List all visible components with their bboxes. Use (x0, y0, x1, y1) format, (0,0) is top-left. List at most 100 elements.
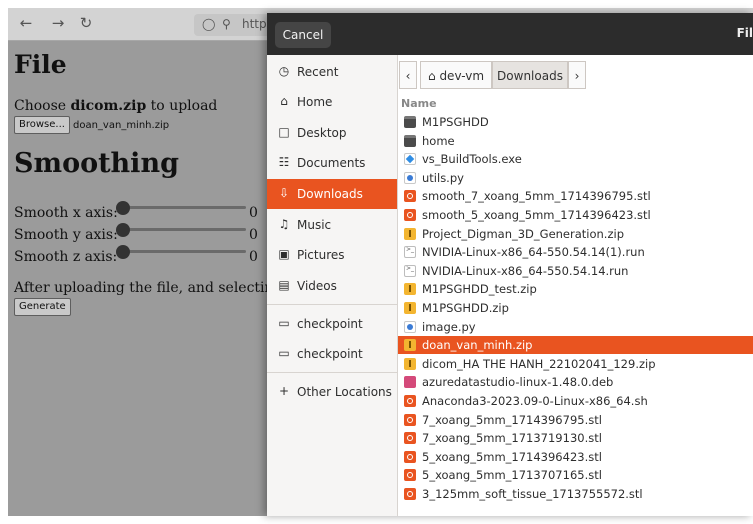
file-name: image.py (422, 319, 476, 334)
sidebar-item-label: Other Locations (297, 385, 392, 399)
smooth-z-label: Smooth z axis: (14, 249, 118, 265)
name-column-header[interactable]: Name (401, 97, 437, 110)
sidebar-item-downloads[interactable]: ⇩ Downloads (267, 179, 397, 209)
sidebar-item-pictures[interactable]: ▣ Pictures (267, 240, 397, 270)
stl-file-icon (404, 488, 416, 500)
smooth-y-slider[interactable] (116, 223, 246, 237)
folder-file-icon (404, 134, 416, 147)
file-row[interactable]: azuredatastudio-linux-1.48.0.deb (398, 373, 753, 391)
file-row[interactable]: 3_125mm_soft_tissue_1713755572.stl (398, 485, 753, 503)
file-name: vs_BuildTools.exe (422, 152, 522, 167)
slider-handle[interactable] (116, 201, 130, 215)
file-row[interactable]: smooth_5_xoang_5mm_1714396423.stl (398, 206, 753, 224)
file-row[interactable]: dicom_HA THE HANH_22102041_129.zip (398, 355, 753, 373)
file-row[interactable]: utils.py (398, 169, 753, 187)
smooth-x-slider[interactable] (116, 201, 246, 215)
file-row[interactable]: NVIDIA-Linux-x86_64-550.54.14(1).run (398, 243, 753, 261)
smooth-x-value: 0 (249, 205, 258, 221)
path-segment-home[interactable]: ⌂ dev-vm (420, 61, 492, 89)
run-file-icon (404, 264, 416, 277)
file-name: utils.py (422, 170, 464, 185)
file-name: 7_xoang_5mm_1713719130.stl (422, 431, 602, 446)
file-list: M1PSGHDD home vs_BuildTools.exe utils.py smo… (398, 113, 753, 503)
reload-icon[interactable]: ↻ (76, 14, 96, 32)
cancel-button[interactable]: Cancel (275, 22, 331, 48)
stl-file-icon (404, 432, 416, 445)
file-row[interactable]: image.py (398, 318, 753, 336)
browse-button[interactable]: Browse... (14, 116, 70, 134)
smooth-z-slider[interactable] (116, 245, 246, 259)
stl-file-icon (404, 209, 416, 221)
file-row[interactable]: 7_xoang_5mm_1714396795.stl (398, 411, 753, 429)
file-row[interactable]: 5_xoang_5mm_1714396423.stl (398, 448, 753, 466)
folder-icon: ▭ (278, 346, 290, 360)
file-row[interactable]: 7_xoang_5mm_1713719130.stl (398, 429, 753, 447)
generate-button[interactable]: Generate (14, 298, 71, 316)
choose-instruction: Choose dicom.zip to upload (14, 98, 218, 114)
smooth-y-label: Smooth y axis: (14, 227, 118, 243)
file-name: 7_xoang_5mm_1714396795.stl (422, 412, 602, 427)
sidebar-item-label: Home (297, 95, 333, 109)
sidebar-item-desktop[interactable]: □ Desktop (267, 118, 397, 148)
slider-handle[interactable] (116, 223, 130, 237)
file-name: dicom_HA THE HANH_22102041_129.zip (422, 356, 656, 371)
file-row[interactable]: smooth_7_xoang_5mm_1714396795.stl (398, 187, 753, 205)
dialog-title: Fil (736, 26, 753, 40)
dialog-header: Cancel Fil (267, 13, 753, 55)
selected-file-name: doan_van_minh.zip (73, 120, 170, 131)
music-icon: ♫ (278, 217, 290, 231)
sidebar-item-other-locations[interactable]: + Other Locations (267, 377, 397, 407)
sidebar-item-label: Videos (297, 279, 337, 293)
clock-icon: ◷ (278, 64, 290, 78)
file-row[interactable]: M1PSGHDD (398, 113, 753, 131)
file-name: doan_van_minh.zip (422, 338, 533, 353)
sidebar-item-home[interactable]: ⌂ Home (267, 87, 397, 117)
file-row[interactable]: 5_xoang_5mm_1713707165.stl (398, 466, 753, 484)
file-name: 5_xoang_5mm_1713707165.stl (422, 468, 602, 483)
arrow-left-icon[interactable]: ← (16, 14, 36, 32)
zip-file-icon (404, 339, 416, 352)
path-home-label: dev-vm (439, 69, 485, 83)
stl-file-icon (404, 413, 416, 426)
chevron-left-icon[interactable]: ‹ (399, 61, 417, 89)
file-heading: File (14, 50, 67, 79)
file-row[interactable]: M1PSGHDD_test.zip (398, 280, 753, 298)
folder-file-icon (404, 116, 416, 128)
slider-handle[interactable] (116, 245, 130, 259)
web-page: File Choose dicom.zip to upload Browse..… (8, 41, 293, 516)
file-row[interactable]: doan_van_minh.zip (398, 336, 753, 355)
arrow-right-icon[interactable]: → (48, 14, 68, 32)
file-row[interactable]: vs_BuildTools.exe (398, 150, 753, 168)
stl-file-icon (404, 469, 416, 482)
py-file-icon (404, 171, 416, 184)
document-icon: ☷ (278, 155, 290, 169)
smooth-x-label: Smooth x axis: (14, 205, 118, 221)
zip-file-icon (404, 357, 416, 370)
download-icon: ⇩ (278, 186, 290, 200)
run-file-icon (404, 246, 416, 259)
home-icon: ⌂ (280, 94, 288, 108)
zip-file-icon (404, 283, 416, 296)
file-row[interactable]: Project_Digman_3D_Generation.zip (398, 225, 753, 243)
file-row[interactable]: home (398, 132, 753, 150)
chevron-right-icon[interactable]: › (568, 61, 586, 89)
file-row[interactable]: NVIDIA-Linux-x86_64-550.54.14.run (398, 262, 753, 280)
file-row[interactable]: M1PSGHDD.zip (398, 299, 753, 317)
file-name: M1PSGHDD_test.zip (422, 282, 537, 297)
sidebar-item-videos[interactable]: ▤ Videos (267, 271, 397, 301)
file-name: home (422, 133, 455, 148)
sidebar-item-label: Pictures (297, 248, 345, 262)
sidebar-item-music[interactable]: ♫ Music (267, 210, 397, 240)
sidebar-item-checkpoint-2[interactable]: ▭ checkpoint (267, 339, 397, 369)
sidebar-item-documents[interactable]: ☷ Documents (267, 148, 397, 178)
file-name: 5_xoang_5mm_1714396423.stl (422, 449, 602, 464)
file-name: smooth_5_xoang_5mm_1714396423.stl (422, 208, 651, 222)
file-chooser-dialog: Cancel Fil ◷ Recent ⌂ Home □ Desktop ☷ D… (267, 13, 753, 516)
path-segment-downloads[interactable]: Downloads (492, 61, 568, 89)
sidebar-item-label: checkpoint (297, 317, 363, 331)
sidebar-item-checkpoint[interactable]: ▭ checkpoint (267, 309, 397, 339)
sidebar-item-recent[interactable]: ◷ Recent (267, 57, 397, 87)
file-row[interactable]: Anaconda3-2023.09-0-Linux-x86_64.sh (398, 392, 753, 410)
file-name: M1PSGHDD (422, 115, 489, 129)
smoothing-heading: Smoothing (14, 148, 179, 179)
